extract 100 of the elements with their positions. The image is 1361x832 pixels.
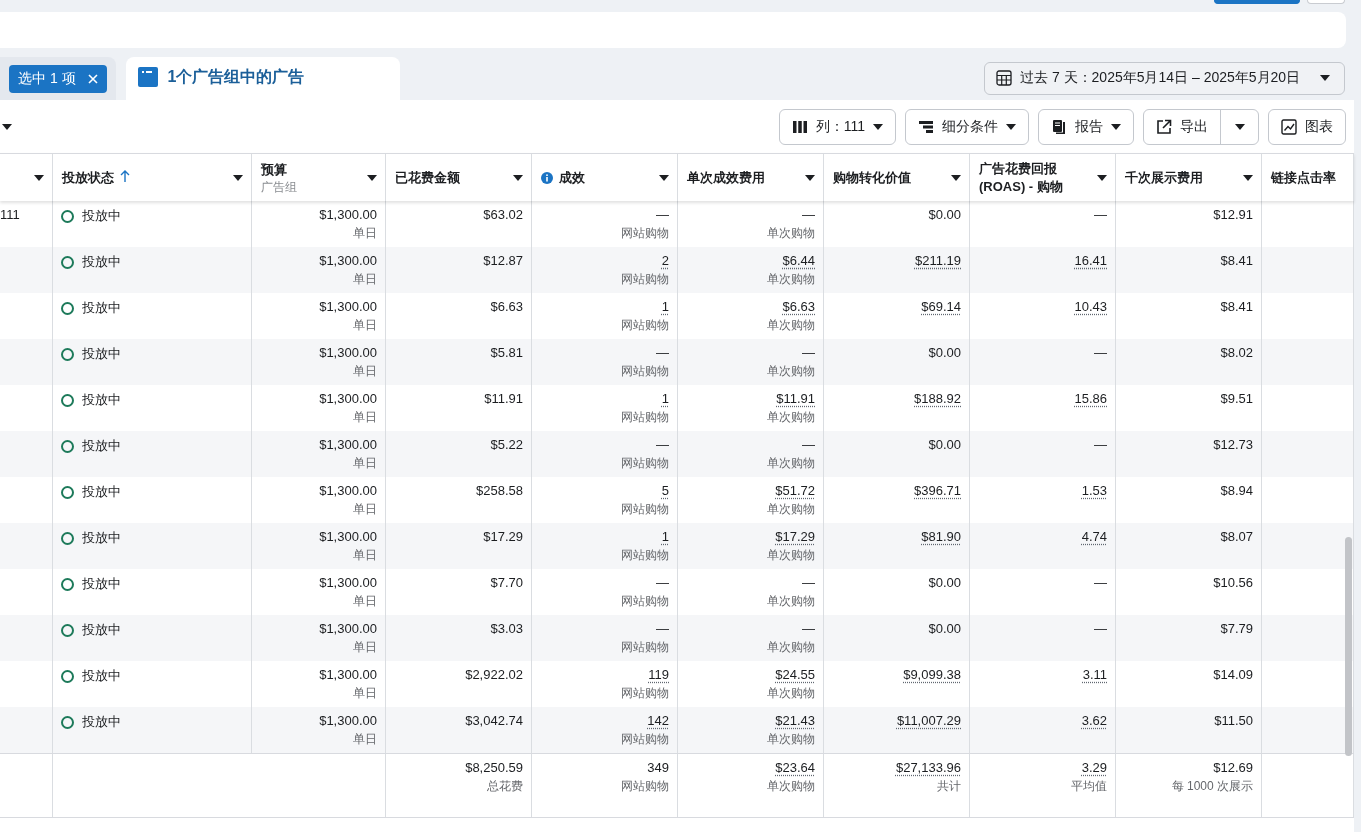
- cell-value: 1: [661, 391, 669, 407]
- cell-note: 单日: [353, 547, 377, 564]
- date-range-button[interactable]: 过去 7 天：2025年5月14日 – 2025年5月20日: [984, 61, 1345, 95]
- cell-value: $211.19: [914, 253, 961, 269]
- cell-value: —: [1094, 621, 1107, 637]
- primary-button[interactable]: [1214, 0, 1300, 4]
- cell-value: $17.29: [775, 529, 815, 545]
- cell-value: $1,300.00: [319, 207, 377, 223]
- cell-note: 单次购物: [767, 778, 815, 795]
- dropdown-button[interactable]: 细分条件: [905, 108, 1029, 145]
- cell-value: 3.62: [1081, 713, 1107, 729]
- status-text: 投放中: [82, 391, 121, 409]
- cell-note: 平均值: [1071, 778, 1107, 795]
- toolbar-button[interactable]: 导出: [1144, 109, 1220, 144]
- cell-value: $8.41: [1220, 253, 1253, 269]
- cell-note: 网站购物: [621, 225, 669, 242]
- cell-note: 网站购物: [621, 685, 669, 702]
- cell-value: $11.91: [776, 391, 815, 407]
- cell-value: $1,300.00: [319, 299, 377, 315]
- date-range-label: 过去 7 天：2025年5月14日 – 2025年5月20日: [1020, 69, 1302, 87]
- cell-value: 3.11: [1082, 667, 1107, 683]
- dropdown-button[interactable]: 报告: [1038, 108, 1134, 145]
- status-text: 投放中: [82, 483, 121, 501]
- cell-value: $8.41: [1220, 299, 1253, 315]
- cell-value: $24.55: [775, 667, 815, 683]
- cell-value: $12.73: [1213, 437, 1253, 453]
- cell-value: 4.74: [1081, 529, 1107, 545]
- toolbar-button[interactable]: 图表: [1268, 108, 1346, 145]
- cell-note: 单次购物: [767, 639, 815, 656]
- status-text: 投放中: [82, 207, 121, 225]
- column-title: 已花费金额: [395, 168, 461, 187]
- status-text: 投放中: [82, 437, 121, 455]
- cell-value: $27,133.96: [895, 760, 961, 776]
- column-title: 链接点击率: [1271, 168, 1337, 187]
- caret-icon: [1234, 123, 1245, 130]
- status-text: 投放中: [82, 253, 121, 271]
- cell-note: 单日: [353, 639, 377, 656]
- cell-note: 网站购物: [621, 593, 669, 610]
- column-title: 单次成效费用: [687, 168, 766, 187]
- column-title: 千次展示费用: [1125, 168, 1204, 187]
- cell-value: $1,300.00: [319, 345, 377, 361]
- cell-note: 单次购物: [767, 501, 815, 518]
- cell-value: $0.00: [928, 345, 961, 361]
- cell-note: 网站购物: [621, 271, 669, 288]
- report-icon: [1051, 118, 1067, 135]
- cell-value: —: [1094, 207, 1107, 223]
- cell-value: $10.56: [1213, 575, 1253, 591]
- cell-value: 15.86: [1074, 391, 1107, 407]
- cell-value: $9,099.38: [903, 667, 961, 683]
- cell-value: $81.90: [921, 529, 961, 545]
- cell-note: 单次购物: [767, 685, 815, 702]
- cell-note: 单次购物: [767, 225, 815, 242]
- cell-note: 网站购物: [621, 731, 669, 748]
- cell-note: 网站购物: [621, 317, 669, 334]
- cell-value: $17.29: [483, 529, 523, 545]
- cell-value: $11.91: [484, 391, 523, 407]
- cell-value: $0.00: [928, 207, 961, 223]
- cell-value: —: [802, 207, 815, 223]
- cell-value: 1: [661, 529, 669, 545]
- cell-note: 网站购物: [621, 409, 669, 426]
- cell-note: 单次购物: [767, 409, 815, 426]
- caret-icon[interactable]: [2, 123, 12, 130]
- cell-value: $12.91: [1213, 207, 1253, 223]
- cell-value: $1,300.00: [319, 253, 377, 269]
- cell-value: 349: [647, 760, 669, 776]
- cell-note: 网站购物: [621, 455, 669, 472]
- caret-icon: [1006, 123, 1016, 130]
- cell-value: —: [656, 575, 669, 591]
- cell-note: 单次购物: [767, 547, 815, 564]
- scrollbar-thumb[interactable]: [1345, 537, 1352, 756]
- cell-value: $11.50: [1214, 713, 1253, 729]
- status-text: 投放中: [82, 713, 121, 731]
- cell-value: $6.44: [782, 253, 815, 269]
- cell-value: $3,042.74: [465, 713, 523, 729]
- cell-value: 16.41: [1074, 253, 1107, 269]
- cell-value: $0.00: [928, 437, 961, 453]
- cell-note: 单日: [353, 731, 377, 748]
- status-text: 投放中: [82, 621, 121, 639]
- cell-value: $396.71: [914, 483, 961, 499]
- dropdown-button[interactable]: 列：111: [778, 108, 896, 145]
- status-text: 投放中: [82, 667, 121, 685]
- close-icon[interactable]: [87, 74, 98, 84]
- tab[interactable]: 选中 1 项: [0, 57, 116, 100]
- cell-value: 119: [648, 667, 669, 683]
- caret-icon: [1111, 123, 1121, 130]
- cell-note: 共计: [937, 778, 961, 795]
- cell-value: $51.72: [775, 483, 815, 499]
- cell-value: 5: [661, 483, 669, 499]
- cell-value: $8,250.59: [465, 760, 523, 776]
- secondary-button[interactable]: [1307, 0, 1345, 4]
- cell-note: 单日: [353, 317, 377, 334]
- selection-chip[interactable]: 选中 1 项: [9, 65, 107, 93]
- chip-label: 选中 1 项: [18, 70, 76, 88]
- toolbar-label: 细分条件: [942, 117, 998, 136]
- cell-value: $9.51: [1220, 391, 1253, 407]
- status-text: 投放中: [82, 299, 121, 317]
- toolbar-label: 列：111: [815, 117, 865, 136]
- column-title: 广告花费回报 (ROAS) - 购物: [979, 159, 1064, 196]
- cell-value: $14.09: [1213, 667, 1253, 683]
- tab[interactable]: 1个广告组中的广告: [125, 57, 401, 100]
